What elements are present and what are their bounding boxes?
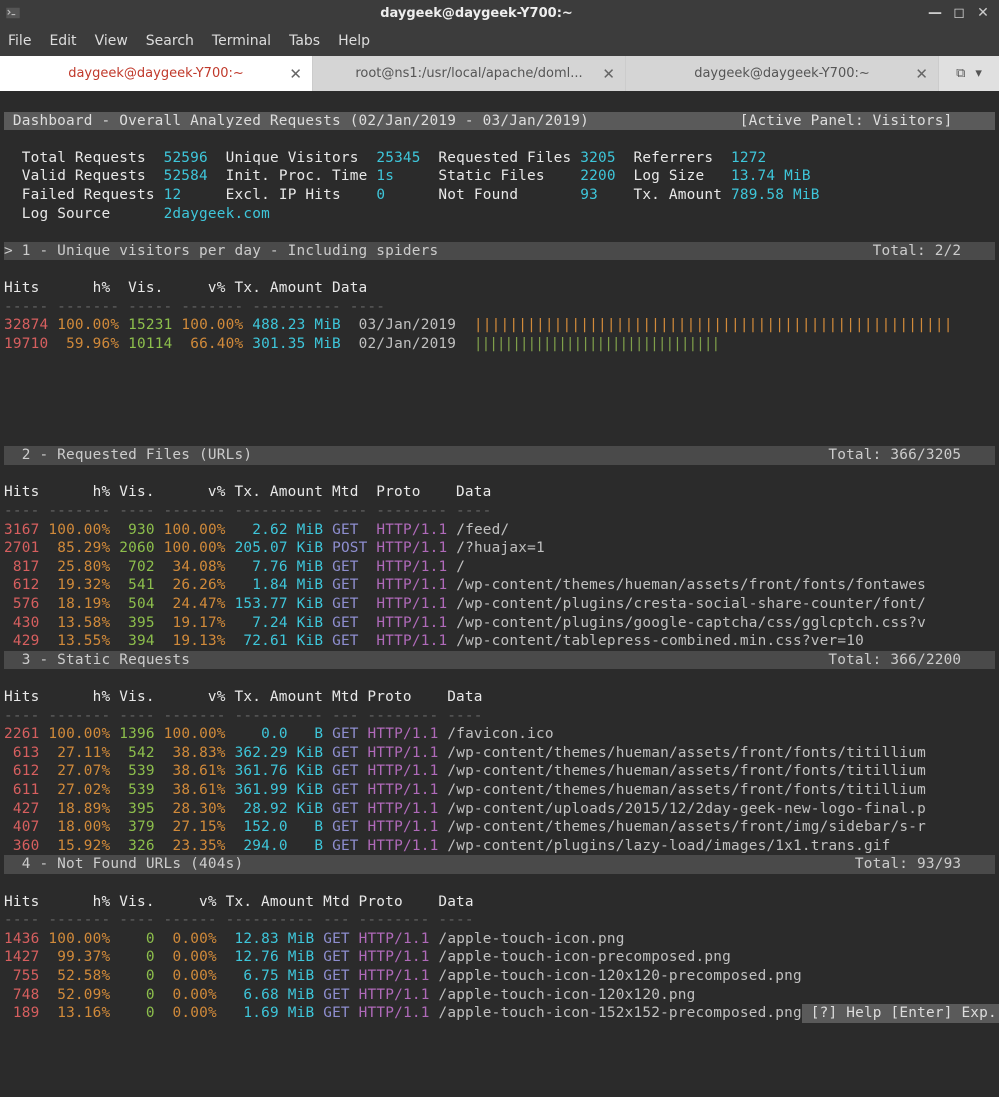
active-panel-label: [Active Panel: Visitors] <box>740 113 962 129</box>
tab-close-icon[interactable]: ✕ <box>915 65 928 83</box>
tab-label: root@ns1:/usr/local/apache/doml... <box>355 66 582 81</box>
window-minimize-button[interactable]: — <box>927 5 943 21</box>
tab-label: daygeek@daygeek-Y700:~ <box>694 66 870 81</box>
tab-3[interactable]: daygeek@daygeek-Y700:~ ✕ <box>626 56 939 91</box>
tab-close-icon[interactable]: ✕ <box>602 65 615 83</box>
window-title: daygeek@daygeek-Y700:~ <box>26 6 927 21</box>
terminal-output[interactable]: Dashboard - Overall Analyzed Requests (0… <box>0 91 999 1097</box>
menu-file[interactable]: File <box>8 33 31 49</box>
terminal-icon <box>0 0 26 26</box>
window-maximize-button[interactable]: ◻ <box>951 5 967 21</box>
menu-edit[interactable]: Edit <box>49 33 76 49</box>
dashboard-title: Dashboard - Overall Analyzed Requests (0… <box>4 113 589 129</box>
menu-tabs[interactable]: Tabs <box>289 33 320 49</box>
window-titlebar: daygeek@daygeek-Y700:~ — ◻ ✕ <box>0 0 999 26</box>
menu-search[interactable]: Search <box>146 33 194 49</box>
menubar: File Edit View Search Terminal Tabs Help <box>0 26 999 56</box>
tab-2[interactable]: root@ns1:/usr/local/apache/doml... ✕ <box>313 56 626 91</box>
menu-view[interactable]: View <box>95 33 128 49</box>
window-close-button[interactable]: ✕ <box>975 5 991 21</box>
tab-label: daygeek@daygeek-Y700:~ <box>68 66 244 81</box>
menu-terminal[interactable]: Terminal <box>212 33 271 49</box>
tab-1[interactable]: daygeek@daygeek-Y700:~ ✕ <box>0 56 313 91</box>
tab-menu-icon[interactable]: ▾ <box>975 66 982 81</box>
new-tab-icon[interactable]: ⧉ <box>956 66 965 81</box>
tab-close-icon[interactable]: ✕ <box>289 65 302 83</box>
tabbar: daygeek@daygeek-Y700:~ ✕ root@ns1:/usr/l… <box>0 56 999 91</box>
menu-help[interactable]: Help <box>338 33 370 49</box>
